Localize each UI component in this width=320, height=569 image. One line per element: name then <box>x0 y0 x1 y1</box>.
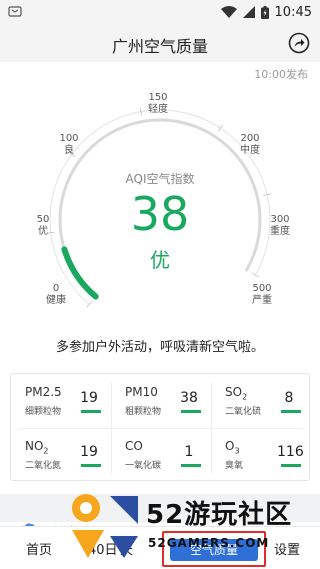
tick-500: 500 严重 <box>252 283 272 306</box>
pollutant-co[interactable]: CO 一氧化碳 1 <box>111 428 211 482</box>
page-title: 广州空气质量 <box>111 37 208 56</box>
nav-home[interactable]: 首页 <box>26 539 52 558</box>
level-bar <box>81 464 101 467</box>
aqi-value: 38 <box>130 187 190 241</box>
level-bar <box>181 464 201 467</box>
level-bar <box>181 410 201 413</box>
level-bar <box>81 410 101 413</box>
tick-50: 50 优 <box>36 214 50 237</box>
aqi-gauge: 0 健康 50 优 100 良 150 轻度 200 中度 300 重度 500 严重 AQI… <box>0 84 320 324</box>
pollutant-value: 38 <box>180 390 198 406</box>
watermark: 52游玩社区 52GAMERS.COM <box>64 486 320 566</box>
status-bar: 10:45 <box>0 0 320 24</box>
tick-0: 0 健康 <box>46 283 66 306</box>
pollutant-so2[interactable]: SO2 二氧化硫 8 <box>211 374 311 428</box>
watermark-sub: 52GAMERS.COM <box>148 536 270 550</box>
pollutant-desc: 二氧化氮 <box>25 461 62 471</box>
pollutant-name: PM2.5 <box>25 385 62 399</box>
pollutant-pm25[interactable]: PM2.5 细颗粒物 19 <box>11 374 111 428</box>
level-bar <box>281 410 301 413</box>
pollutant-desc: 粗颗粒物 <box>125 407 162 417</box>
tick-200: 200 中度 <box>240 133 260 156</box>
wifi-icon <box>220 6 237 18</box>
pollutant-name: NO2 <box>25 439 49 456</box>
pollutant-desc: 细颗粒物 <box>25 407 62 417</box>
pollutant-o3[interactable]: O3 臭氧 116 <box>211 428 311 482</box>
pollutant-name: SO2 <box>225 385 248 402</box>
title-bar: 广州空气质量 <box>0 24 320 62</box>
pollutant-name: O3 <box>225 439 240 456</box>
pollutant-pm10[interactable]: PM10 粗颗粒物 38 <box>111 374 211 428</box>
publish-time: 10:00发布 <box>254 68 308 81</box>
pollutant-name: PM10 <box>125 385 158 399</box>
tick-150: 150 轻度 <box>148 92 168 115</box>
gauge-tick-mark <box>217 124 224 132</box>
watermark-text: 52游玩社区 <box>146 500 293 530</box>
notification-icon <box>8 6 22 17</box>
battery-icon <box>260 5 269 19</box>
pollutant-value: 19 <box>80 444 98 460</box>
tick-100: 100 良 <box>59 133 79 156</box>
pollutant-value: 116 <box>277 444 304 460</box>
gauge-tick-mark <box>251 272 259 278</box>
pollutant-desc: 二氧化硫 <box>225 407 262 417</box>
pollutant-name: CO <box>125 439 143 453</box>
pollutant-value: 8 <box>284 390 294 406</box>
health-advice: 多参加户外活动，呼吸清新空气啦。 <box>55 340 264 355</box>
watermark-logo <box>72 494 138 558</box>
pollutant-desc: 臭氧 <box>225 461 244 471</box>
clock: 10:45 <box>274 4 312 20</box>
share-icon[interactable] <box>288 32 310 54</box>
level-bar <box>281 464 301 467</box>
aqi-level: 优 <box>150 248 170 272</box>
signal-icon <box>242 6 255 18</box>
pollutant-desc: 一氧化碳 <box>125 461 162 471</box>
tick-300: 300 重度 <box>270 214 290 237</box>
pollutant-value: 1 <box>184 444 194 460</box>
pollutant-value: 19 <box>80 390 98 406</box>
pollutant-no2[interactable]: NO2 二氧化氮 19 <box>11 428 111 482</box>
aqi-label: AQI空气指数 <box>125 172 195 186</box>
pollutant-grid: PM2.5 细颗粒物 19 PM10 粗颗粒物 38 SO2 二氧化硫 8 NO… <box>10 373 310 481</box>
